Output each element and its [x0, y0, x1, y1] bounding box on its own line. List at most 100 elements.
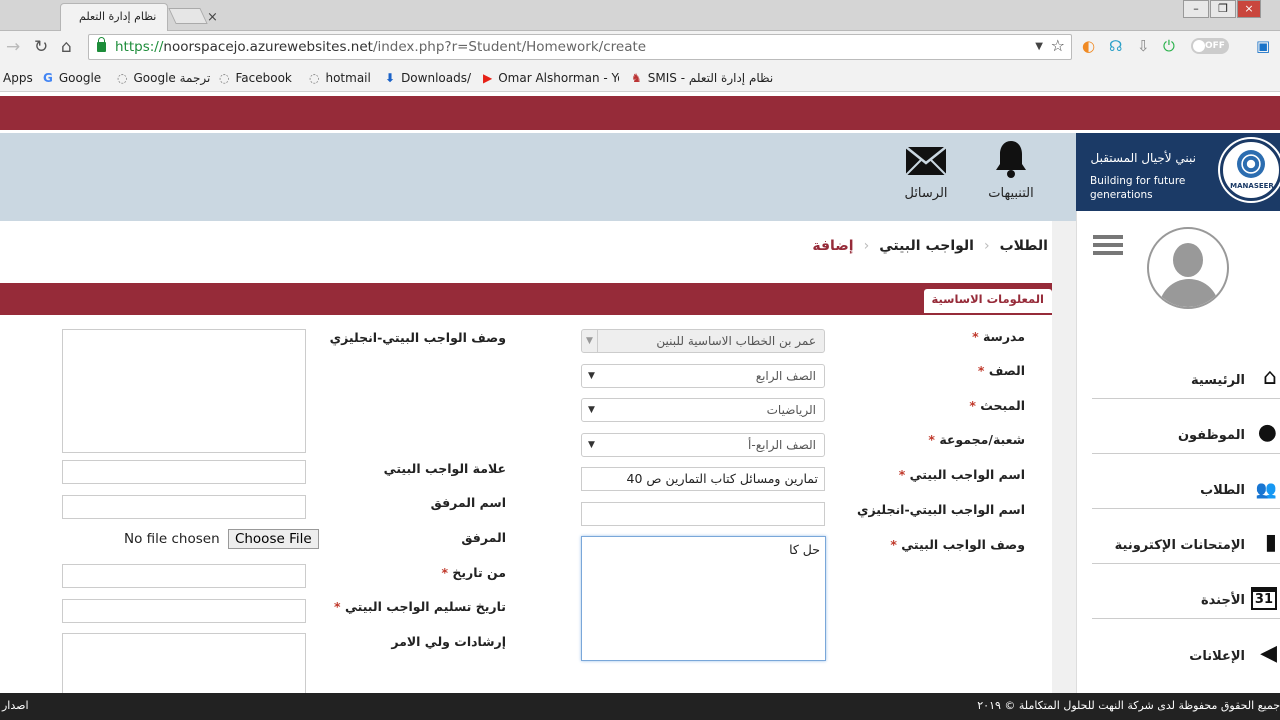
guardian-instructions-label: إرشادات ولي الامر: [391, 634, 506, 649]
bookmark-google[interactable]: G Google: [43, 71, 101, 85]
logo-english-slogan: Building for future generations: [1090, 175, 1186, 201]
dropdown-icon[interactable]: ▼: [1035, 35, 1043, 59]
no-file-text: No file chosen: [124, 531, 220, 547]
calendar-icon: 31: [1250, 587, 1277, 610]
star-icon[interactable]: ☆: [1051, 34, 1065, 58]
footer: جميع الحقوق محفوظة لدى شركة النهت للحلول…: [0, 693, 1280, 720]
homework-desc-textarea[interactable]: حل كا: [581, 536, 826, 661]
logo-emblem: MANASEER: [1220, 139, 1280, 201]
bookmark-downloads[interactable]: ⬇ Downloads/: [385, 71, 471, 85]
user-icon: ●: [1257, 420, 1277, 445]
power-icon[interactable]: ⏻: [1163, 37, 1175, 55]
homework-mark-label: علامة الواجب البيتي: [383, 461, 506, 476]
notifications-label: التنبيهات: [988, 186, 1034, 201]
homework-name-en-label: اسم الواجب البيتي-انجليزي: [857, 502, 1025, 517]
address-bar[interactable]: https://noorspacejo.azurewebsites.net/in…: [88, 34, 1072, 60]
footer-version: اصدار: [2, 699, 29, 712]
close-window-icon[interactable]: ×: [1237, 0, 1261, 18]
url-host: noorspacejo.azurewebsites.net: [163, 39, 373, 55]
section-group-label: شعبة/مجموعة *: [928, 432, 1025, 447]
chevron-down-icon: ▼: [582, 330, 598, 352]
brand-logo: نبني لأجيال المستقبل Building for future…: [1076, 133, 1280, 211]
bookmark-apps[interactable]: Apps: [3, 71, 33, 85]
home-icon: ⌂: [1263, 365, 1277, 390]
homework-desc-en-textarea[interactable]: [62, 329, 306, 453]
content-gutter: [1052, 221, 1076, 693]
sidebar-item-exams[interactable]: ▮ الإمتحانات الإكترونية: [1092, 509, 1280, 564]
sidebar-item-agenda[interactable]: 31 الأجندة: [1092, 564, 1280, 619]
footer-copyright: جميع الحقوق محفوظة لدى شركة النهت للحلول…: [977, 699, 1280, 712]
envelope-icon: [905, 146, 947, 176]
google-icon: G: [43, 71, 53, 85]
homework-name-en-input[interactable]: [581, 502, 825, 526]
subject-select[interactable]: الرياضيات ▼: [581, 398, 825, 422]
bookmark-smis[interactable]: ♞ SMIS - نظام إدارة التعلم: [631, 71, 773, 85]
bookmark-facebook[interactable]: ◌ Facebook: [219, 71, 292, 85]
breadcrumb-separator: ‹: [983, 238, 990, 254]
sidebar-item-employees[interactable]: ● الموظفون: [1092, 399, 1280, 454]
breadcrumb-add: إضافة: [812, 238, 854, 254]
smis-icon: ♞: [631, 71, 642, 85]
extension-square-icon[interactable]: ▣: [1256, 37, 1270, 55]
url-path: /index.php?r=Student/Homework/create: [372, 39, 647, 55]
from-date-input[interactable]: [62, 564, 306, 588]
back-icon[interactable]: →: [6, 37, 20, 57]
browser-toolbar: → ↻ ⌂ https://noorspacejo.azurewebsites.…: [0, 31, 1280, 64]
grade-label: الصف *: [977, 363, 1025, 378]
school-select: عمر بن الخطاب الاساسية للبنين ▼: [581, 329, 825, 353]
due-date-label: تاريخ تسليم الواجب البيتي *: [334, 599, 506, 614]
breadcrumb-homework[interactable]: الواجب البيتي: [879, 238, 974, 254]
extension-c-icon[interactable]: ◐: [1082, 37, 1095, 55]
notifications-button[interactable]: التنبيهات: [976, 133, 1046, 221]
logo-star-icon: [1237, 150, 1265, 178]
bookmark-hotmail[interactable]: ◌ hotmail: [309, 71, 371, 85]
messages-button[interactable]: الرسائل: [896, 133, 956, 221]
tab-close-icon[interactable]: ×: [207, 5, 218, 31]
megaphone-icon: ◀: [1260, 641, 1277, 666]
top-red-bar: [0, 96, 1280, 130]
from-date-label: من تاريخ *: [441, 565, 506, 580]
school-label: مدرسة *: [972, 329, 1025, 344]
page-header: التنبيهات الرسائل: [0, 133, 1076, 221]
section-group-select[interactable]: الصف الرابع-أ ▼: [581, 433, 825, 457]
messages-label: الرسائل: [904, 186, 948, 201]
choose-file-button[interactable]: Choose File: [227, 529, 319, 549]
reload-icon[interactable]: ↻: [34, 37, 48, 57]
home-nav-icon[interactable]: ⌂: [61, 37, 72, 57]
section-title: المعلومات الاساسية: [923, 289, 1052, 313]
subject-label: المبحث *: [969, 398, 1025, 413]
breadcrumb-students[interactable]: الطلاب: [1000, 238, 1048, 254]
download-icon[interactable]: ⇩: [1137, 37, 1150, 55]
breadcrumb: الطلاب ‹ الواجب البيتي ‹ إضافة: [812, 238, 1048, 254]
sidebar: ⌂ الرئيسية ● الموظفون 👥 الطلاب ▮ الإمتحا…: [1076, 211, 1280, 693]
chevron-down-icon: ▼: [588, 371, 595, 381]
homework-desc-label: وصف الواجب البيتي *: [890, 537, 1025, 552]
due-date-input[interactable]: [62, 599, 306, 623]
bookmark-youtube[interactable]: ▶ Omar Alshorman - Yo: [483, 71, 619, 85]
guardian-instructions-textarea[interactable]: [62, 633, 306, 693]
new-tab-button[interactable]: [168, 8, 208, 24]
menu-toggle-icon[interactable]: [1093, 235, 1123, 255]
chevron-down-icon: ▼: [588, 440, 595, 450]
logo-arabic-slogan: نبني لأجيال المستقبل: [1090, 151, 1196, 165]
homework-mark-input[interactable]: [62, 460, 306, 484]
bookmark-google-translate[interactable]: ◌ Google ترجمة: [117, 71, 210, 85]
homework-desc-en-label: وصف الواجب البيتي-انجليزي: [329, 330, 506, 345]
breadcrumb-separator: ‹: [863, 238, 870, 254]
sidebar-item-announcements[interactable]: ◀ الإعلانات: [1092, 619, 1280, 674]
maximize-icon[interactable]: ❐: [1210, 0, 1236, 18]
page-icon: ◌: [309, 71, 320, 85]
extension-toggle[interactable]: OFF: [1191, 38, 1229, 54]
sidebar-item-students[interactable]: 👥 الطلاب: [1092, 454, 1280, 509]
avatar[interactable]: [1147, 227, 1229, 309]
url-scheme: https://: [115, 39, 164, 55]
attachment-name-input[interactable]: [62, 495, 306, 519]
headphones-icon[interactable]: ☊: [1109, 37, 1122, 55]
sidebar-item-home[interactable]: ⌂ الرئيسية: [1092, 344, 1280, 399]
grade-select[interactable]: الصف الرابع ▼: [581, 364, 825, 388]
chevron-down-icon: ▼: [588, 405, 595, 415]
homework-name-input[interactable]: تمارين ومسائل كتاب التمارين ص 40: [581, 467, 825, 491]
attachment-name-label: اسم المرفق: [430, 495, 506, 510]
minimize-icon[interactable]: –: [1183, 0, 1209, 18]
browser-tab[interactable]: نظام إدارة التعلم ×: [60, 3, 218, 31]
